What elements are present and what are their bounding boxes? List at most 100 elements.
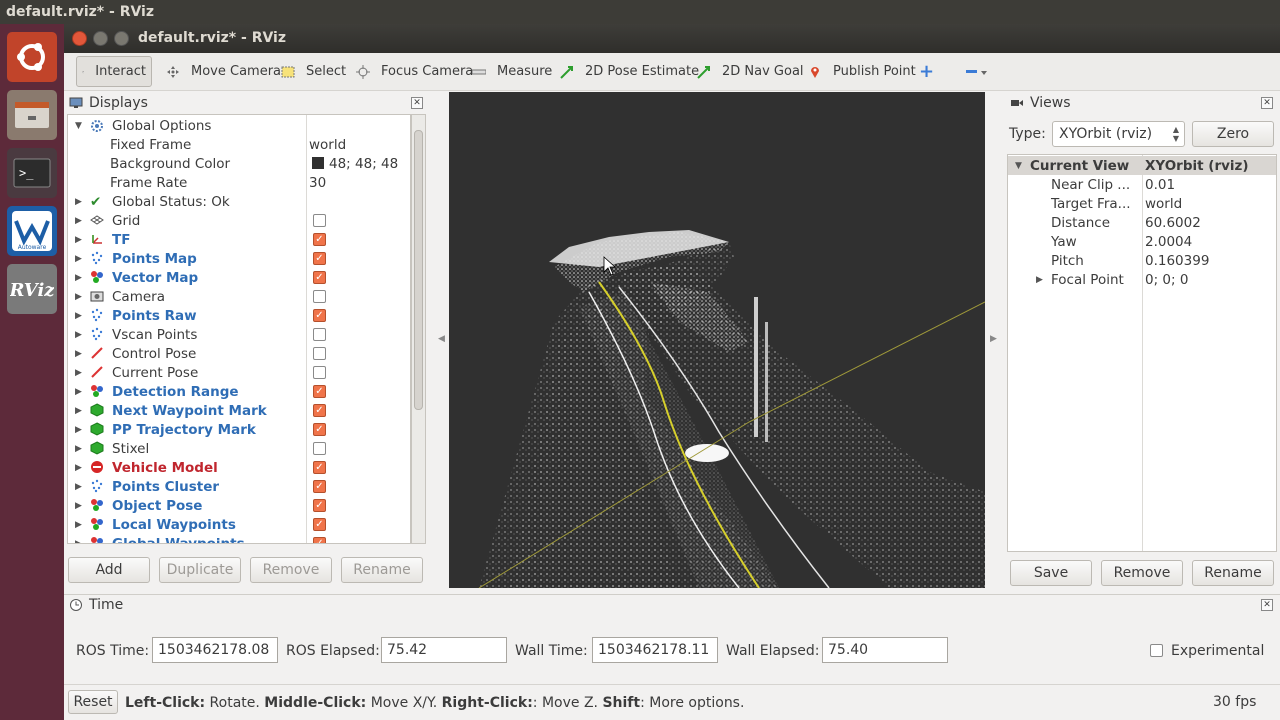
display-item-row[interactable]: ▶ Next Waypoint Mark ✓ — [68, 401, 408, 420]
display-item-row[interactable]: ▶ Stixel — [68, 439, 408, 458]
remove-view-button[interactable]: Remove — [1101, 560, 1183, 586]
display-item-row[interactable]: ▶ Vector Map ✓ — [68, 268, 408, 287]
nav-goal-tool[interactable]: 2D Nav Goal — [692, 56, 809, 87]
expand-arrow-icon[interactable]: ▶ — [75, 387, 82, 397]
frame-rate-value[interactable]: 30 — [309, 175, 326, 191]
frame-rate-row[interactable]: Frame Rate 30 — [68, 173, 408, 192]
display-enabled-checkbox[interactable] — [313, 214, 326, 227]
wall-time-field[interactable]: 1503462178.11 — [592, 637, 718, 663]
zero-button[interactable]: Zero — [1192, 121, 1274, 147]
display-enabled-checkbox[interactable]: ✓ — [313, 233, 326, 246]
display-item-row[interactable]: ▶ Camera — [68, 287, 408, 306]
display-item-row[interactable]: ▶ Current Pose — [68, 363, 408, 382]
display-item-row[interactable]: ▶ Points Map ✓ — [68, 249, 408, 268]
display-enabled-checkbox[interactable] — [313, 290, 326, 303]
view-property-value[interactable]: 60.6002 — [1145, 215, 1201, 231]
minimize-window-icon[interactable] — [93, 31, 108, 46]
files-icon[interactable] — [7, 90, 57, 140]
expand-arrow-icon[interactable]: ▶ — [75, 539, 82, 544]
expand-arrow-icon[interactable]: ▶ — [75, 501, 82, 511]
interact-tool[interactable]: Interact — [76, 56, 152, 87]
fixed-frame-value[interactable]: world — [309, 137, 346, 153]
ubuntu-dash-icon[interactable] — [7, 32, 57, 82]
display-item-row[interactable]: ▶ Points Raw ✓ — [68, 306, 408, 325]
display-enabled-checkbox[interactable]: ✓ — [313, 423, 326, 436]
display-enabled-checkbox[interactable]: ✓ — [313, 480, 326, 493]
expand-arrow-icon[interactable]: ▶ — [75, 216, 82, 226]
display-item-row[interactable]: ▶ PP Trajectory Mark ✓ — [68, 420, 408, 439]
view-property-value[interactable]: 2.0004 — [1145, 234, 1192, 250]
color-swatch[interactable] — [312, 157, 324, 169]
add-tool-icon[interactable]: + — [914, 56, 939, 87]
expand-arrow-icon[interactable]: ▶ — [75, 292, 82, 302]
expand-arrow-icon[interactable]: ▶ — [75, 273, 82, 283]
collapse-arrow-icon[interactable]: ▼ — [1015, 161, 1022, 171]
remove-tool-icon[interactable] — [959, 56, 993, 87]
left-splitter-icon[interactable]: ◀ — [438, 334, 445, 344]
remove-display-button[interactable]: Remove — [250, 557, 332, 583]
close-time-icon[interactable]: ✕ — [1261, 599, 1273, 611]
expand-arrow-icon[interactable]: ▶ — [75, 406, 82, 416]
display-item-row[interactable]: ▶ Points Cluster ✓ — [68, 477, 408, 496]
display-item-row[interactable]: ▶ Object Pose ✓ — [68, 496, 408, 515]
view-property-value[interactable]: world — [1145, 196, 1182, 212]
rename-display-button[interactable]: Rename — [341, 557, 423, 583]
display-item-row[interactable]: ▶ Vscan Points — [68, 325, 408, 344]
display-item-row[interactable]: ▶ Vehicle Model ✓ — [68, 458, 408, 477]
autoware-icon[interactable]: Autoware — [7, 206, 57, 256]
view-property-row[interactable]: Yaw 2.0004 — [1008, 232, 1276, 251]
expand-arrow-icon[interactable]: ▶ — [75, 197, 82, 207]
measure-tool[interactable]: Measure — [467, 56, 557, 87]
display-enabled-checkbox[interactable]: ✓ — [313, 252, 326, 265]
display-enabled-checkbox[interactable]: ✓ — [313, 499, 326, 512]
view-property-value[interactable]: 0; 0; 0 — [1145, 272, 1188, 288]
fixed-frame-row[interactable]: Fixed Frame world — [68, 135, 408, 154]
view-property-value[interactable]: 0.01 — [1145, 177, 1175, 193]
right-splitter-icon[interactable]: ▶ — [990, 334, 997, 344]
rename-view-button[interactable]: Rename — [1192, 560, 1274, 586]
display-enabled-checkbox[interactable] — [313, 347, 326, 360]
expand-arrow-icon[interactable]: ▶ — [75, 444, 82, 454]
expand-arrow-icon[interactable]: ▶ — [75, 235, 82, 245]
ros-elapsed-field[interactable]: 75.42 — [381, 637, 507, 663]
display-enabled-checkbox[interactable]: ✓ — [313, 385, 326, 398]
displays-scrollbar[interactable] — [411, 114, 426, 544]
select-tool[interactable]: Select — [276, 56, 351, 87]
display-enabled-checkbox[interactable] — [313, 442, 326, 455]
display-enabled-checkbox[interactable]: ✓ — [313, 461, 326, 474]
close-window-icon[interactable] — [72, 31, 87, 46]
display-item-row[interactable]: ▶ TF ✓ — [68, 230, 408, 249]
view-type-select[interactable]: XYOrbit (rviz) ▲ ▼ — [1052, 121, 1185, 147]
view-property-row[interactable]: ▶ Focal Point 0; 0; 0 — [1008, 270, 1276, 289]
global-status-row[interactable]: ▶ ✔ Global Status: Ok — [68, 192, 408, 211]
background-color-row[interactable]: Background Color 48; 48; 48 — [68, 154, 408, 173]
expand-arrow-icon[interactable]: ▶ — [75, 482, 82, 492]
pose-estimate-tool[interactable]: 2D Pose Estimate — [555, 56, 704, 87]
duplicate-button[interactable]: Duplicate — [159, 557, 241, 583]
expand-arrow-icon[interactable]: ▶ — [75, 254, 82, 264]
view-property-row[interactable]: Pitch 0.160399 — [1008, 251, 1276, 270]
move-camera-tool[interactable]: Move Camera — [161, 56, 286, 87]
reset-button[interactable]: Reset — [68, 690, 118, 714]
display-item-row[interactable]: ▶ Global Waypoints ✓ — [68, 534, 408, 544]
maximize-window-icon[interactable] — [114, 31, 129, 46]
display-enabled-checkbox[interactable] — [313, 328, 326, 341]
expand-arrow-icon[interactable]: ▶ — [75, 368, 82, 378]
display-item-row[interactable]: ▶ Local Waypoints ✓ — [68, 515, 408, 534]
scrollbar-thumb[interactable] — [414, 130, 423, 410]
display-item-row[interactable]: ▶ Grid — [68, 211, 408, 230]
expand-arrow-icon[interactable]: ▶ — [1036, 275, 1043, 285]
display-item-row[interactable]: ▶ Control Pose — [68, 344, 408, 363]
focus-camera-tool[interactable]: Focus Camera — [351, 56, 478, 87]
display-item-row[interactable]: ▶ Detection Range ✓ — [68, 382, 408, 401]
terminal-icon[interactable]: >_ — [7, 148, 57, 198]
display-enabled-checkbox[interactable] — [313, 366, 326, 379]
add-button[interactable]: Add — [68, 557, 150, 583]
expand-arrow-icon[interactable]: ▶ — [75, 311, 82, 321]
save-view-button[interactable]: Save — [1010, 560, 1092, 586]
expand-arrow-icon[interactable]: ▶ — [75, 520, 82, 530]
display-enabled-checkbox[interactable]: ✓ — [313, 518, 326, 531]
3d-viewport[interactable] — [449, 92, 985, 588]
wall-elapsed-field[interactable]: 75.40 — [822, 637, 948, 663]
global-options-row[interactable]: ▼ Global Options — [68, 116, 408, 135]
